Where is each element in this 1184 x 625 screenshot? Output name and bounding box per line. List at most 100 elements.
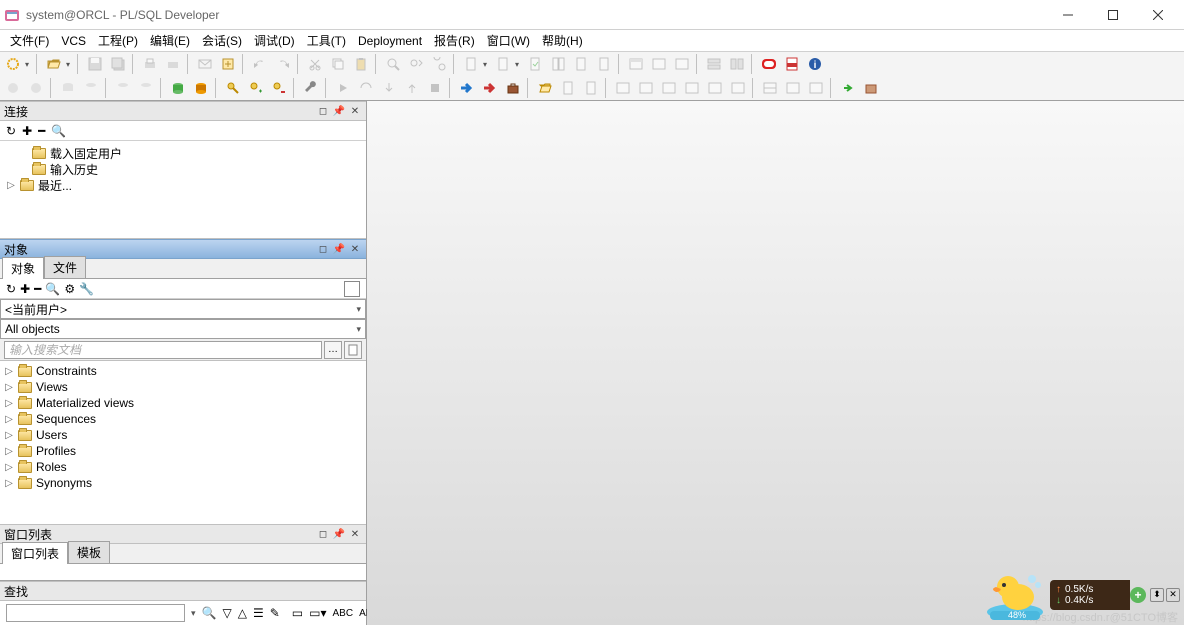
oracle-icon[interactable] xyxy=(758,53,780,75)
pencil-icon[interactable]: ✎ xyxy=(270,606,280,620)
grid1-icon[interactable] xyxy=(759,77,781,99)
menu-help[interactable]: 帮助(H) xyxy=(536,30,589,51)
tab-files[interactable]: 文件 xyxy=(44,256,86,278)
tree-item[interactable]: 输入历史 xyxy=(6,161,360,177)
db4-icon[interactable] xyxy=(135,77,157,99)
win-d-icon[interactable] xyxy=(681,77,703,99)
grid2-icon[interactable] xyxy=(782,77,804,99)
tree-item[interactable]: ▷Views xyxy=(4,379,362,395)
box-brown-icon[interactable] xyxy=(860,77,882,99)
win2-icon[interactable] xyxy=(648,53,670,75)
folder-icon[interactable]: 🔍 xyxy=(51,124,66,138)
add-icon[interactable]: ✚ xyxy=(20,282,30,296)
win-b-icon[interactable] xyxy=(635,77,657,99)
find-button[interactable] xyxy=(382,53,404,75)
refresh-icon[interactable]: ↻ xyxy=(6,282,16,296)
menu-edit[interactable]: 编辑(E) xyxy=(144,30,196,51)
panel-pin-icon[interactable]: 📌 xyxy=(332,242,346,256)
stop-icon[interactable] xyxy=(424,77,446,99)
step-over-icon[interactable] xyxy=(355,77,377,99)
win-a-icon[interactable] xyxy=(612,77,634,99)
tool2-icon[interactable]: 🔧 xyxy=(79,282,94,296)
search-list-icon[interactable]: ☰ xyxy=(253,606,264,620)
win-e-icon[interactable] xyxy=(704,77,726,99)
tree-item[interactable]: ▷Constraints xyxy=(4,363,362,379)
window-list-header[interactable]: 窗口列表 ◻ 📌 ✕ xyxy=(0,524,366,544)
tree-item[interactable]: ▷Sequences xyxy=(4,411,362,427)
objects-tree[interactable]: ▷Constraints ▷Views ▷Materialized views … xyxy=(0,361,366,524)
db-green-icon[interactable] xyxy=(167,77,189,99)
panel-close-icon[interactable]: ✕ xyxy=(348,527,362,541)
abc-button[interactable]: ABC xyxy=(333,608,354,619)
doc-dd-icon[interactable]: ▭▾ xyxy=(309,606,326,620)
widget-expand-button[interactable]: + xyxy=(1130,587,1146,603)
filter-dropdown[interactable]: All objects▾ xyxy=(0,319,366,339)
search-dropdown-icon[interactable]: ▾ xyxy=(191,608,196,619)
redo-button[interactable] xyxy=(272,53,294,75)
tab-objects[interactable]: 对象 xyxy=(2,257,44,279)
tile-h-icon[interactable] xyxy=(703,53,725,75)
doc1-icon[interactable] xyxy=(460,53,482,75)
search-doc-button[interactable] xyxy=(344,341,362,359)
print-setup-button[interactable] xyxy=(162,53,184,75)
search-up-icon[interactable]: △ xyxy=(238,606,247,620)
panel-restore-icon[interactable]: ◻ xyxy=(316,242,330,256)
remove-icon[interactable]: ━ xyxy=(34,282,41,296)
win-f-icon[interactable] xyxy=(727,77,749,99)
doc-check-icon[interactable] xyxy=(524,53,546,75)
copy-button[interactable] xyxy=(327,53,349,75)
db-orange-icon[interactable] xyxy=(190,77,212,99)
replace-button[interactable] xyxy=(428,53,450,75)
close-button[interactable] xyxy=(1135,0,1180,30)
save-button[interactable] xyxy=(84,53,106,75)
tab-windowlist[interactable]: 窗口列表 xyxy=(2,542,68,564)
menu-window[interactable]: 窗口(W) xyxy=(481,30,536,51)
doc-goto-icon[interactable] xyxy=(593,53,615,75)
panel-close-icon[interactable]: ✕ xyxy=(348,242,362,256)
menu-deployment[interactable]: Deployment xyxy=(352,32,428,50)
menu-project[interactable]: 工程(P) xyxy=(92,30,144,51)
tab-templates[interactable]: 模板 xyxy=(68,541,110,563)
widget-close-button[interactable]: ✕ xyxy=(1166,588,1180,602)
minimize-button[interactable] xyxy=(1045,0,1090,30)
step-out-icon[interactable] xyxy=(401,77,423,99)
undo-button[interactable] xyxy=(249,53,271,75)
pdf-icon[interactable] xyxy=(781,53,803,75)
arrow-blue-icon[interactable] xyxy=(456,77,478,99)
widget-pin-button[interactable]: ⬍ xyxy=(1150,588,1164,602)
binoculars-icon[interactable]: 🔍 xyxy=(202,606,217,620)
tree-item[interactable]: ▷Synonyms xyxy=(4,475,362,491)
tool1-icon[interactable]: ⚙ xyxy=(64,282,75,296)
key-remove-icon[interactable] xyxy=(268,77,290,99)
binoculars-icon[interactable]: 🔍 xyxy=(45,282,60,296)
cut-button[interactable] xyxy=(304,53,326,75)
doc-blank1-icon[interactable] xyxy=(557,77,579,99)
search-down-icon[interactable]: ▽ xyxy=(222,606,231,620)
export-button[interactable] xyxy=(217,53,239,75)
run-icon[interactable] xyxy=(332,77,354,99)
menu-file[interactable]: 文件(F) xyxy=(4,30,55,51)
grid3-icon[interactable] xyxy=(805,77,827,99)
win1-icon[interactable] xyxy=(625,53,647,75)
win3-icon[interactable] xyxy=(671,53,693,75)
folder-open-icon[interactable] xyxy=(534,77,556,99)
tree-item[interactable]: ▷最近... xyxy=(6,177,360,193)
panel-restore-icon[interactable]: ◻ xyxy=(316,527,330,541)
step-into-icon[interactable] xyxy=(378,77,400,99)
mode-toggle[interactable] xyxy=(344,281,360,297)
refresh-icon[interactable]: ↻ xyxy=(6,124,16,138)
maximize-button[interactable] xyxy=(1090,0,1135,30)
doc-diff-icon[interactable] xyxy=(547,53,569,75)
tree-item[interactable]: 载入固定用户 xyxy=(6,145,360,161)
gear1-icon[interactable] xyxy=(2,77,24,99)
menu-session[interactable]: 会话(S) xyxy=(196,30,248,51)
email-button[interactable] xyxy=(194,53,216,75)
search-options-button[interactable]: … xyxy=(324,341,342,359)
doc-blank2-icon[interactable] xyxy=(580,77,602,99)
search-header[interactable]: 查找 xyxy=(0,581,366,601)
doc-icon[interactable]: ▭ xyxy=(292,606,303,620)
save-all-button[interactable] xyxy=(107,53,129,75)
db3-icon[interactable] xyxy=(112,77,134,99)
doc2-icon[interactable] xyxy=(492,53,514,75)
gear2-icon[interactable] xyxy=(25,77,47,99)
